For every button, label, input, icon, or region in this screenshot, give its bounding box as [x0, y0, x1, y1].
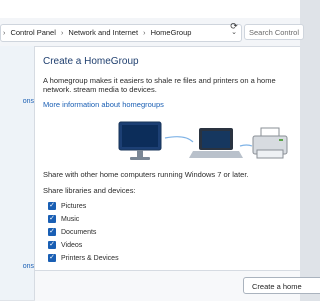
library-checkbox-documents[interactable]: ✓ Documents [48, 228, 96, 238]
chevron-right-icon: › [143, 30, 146, 37]
breadcrumb-network-and-internet[interactable]: Network and Internet [66, 25, 140, 41]
address-bar: › Control Panel › Network and Internet ›… [0, 18, 304, 47]
check-icon[interactable]: ✓ [48, 215, 56, 224]
checkbox-label: Music [61, 216, 80, 223]
homegroup-illustration [115, 116, 295, 171]
check-icon[interactable]: ✓ [48, 228, 56, 237]
chevron-right-icon: › [3, 30, 6, 37]
page-title: Create a HomeGroup [43, 56, 139, 67]
breadcrumb-control-panel[interactable]: Control Panel [8, 25, 57, 41]
printer-icon [252, 127, 288, 159]
more-info-link[interactable]: More information about homegroups [43, 100, 164, 109]
checkbox-label: Pictures [61, 203, 87, 210]
nav-link[interactable]: ons [0, 263, 34, 270]
main-content: Create a HomeGroup A homegroup makes it … [35, 46, 320, 301]
checkbox-label: Documents [61, 229, 97, 236]
share-info-text: Share with other home computers running … [43, 170, 249, 179]
checkbox-label: Printers & Devices [61, 255, 119, 262]
check-icon[interactable]: ✓ [48, 254, 56, 263]
laptop-icon [189, 128, 243, 158]
library-checkbox-videos[interactable]: ✓ Videos [48, 241, 82, 251]
desktop-computer-icon [118, 121, 162, 160]
share-libraries-label: Share libraries and devices: [43, 186, 136, 195]
footer-bar: Create a home [35, 270, 320, 301]
homegroup-description: A homegroup makes it easiers to shale re… [43, 76, 276, 94]
check-icon[interactable]: ✓ [48, 241, 56, 250]
check-icon[interactable]: ✓ [48, 202, 56, 211]
chevron-right-icon: › [60, 30, 64, 37]
library-checkbox-pictures[interactable]: ✓ Pictures [48, 202, 86, 212]
navigation-pane: ons ons [0, 46, 35, 300]
breadcrumb-homegroup[interactable]: HomeGroup [149, 25, 194, 41]
search-input[interactable]: Search Control [244, 24, 304, 40]
refresh-icon[interactable]: ⟳ [229, 18, 239, 34]
checkbox-label: Videos [61, 242, 83, 249]
nav-link[interactable]: ons [0, 98, 34, 105]
create-homegroup-button[interactable]: Create a home [243, 277, 320, 294]
breadcrumb[interactable]: › Control Panel › Network and Internet ›… [0, 24, 242, 42]
library-checkbox-printers-devices[interactable]: ✓ Printers & Devices [48, 254, 119, 264]
control-panel-window: › Control Panel › Network and Internet ›… [0, 0, 320, 301]
library-checkbox-music[interactable]: ✓ Music [48, 215, 79, 225]
homegroup-devices-graphic [118, 121, 288, 160]
